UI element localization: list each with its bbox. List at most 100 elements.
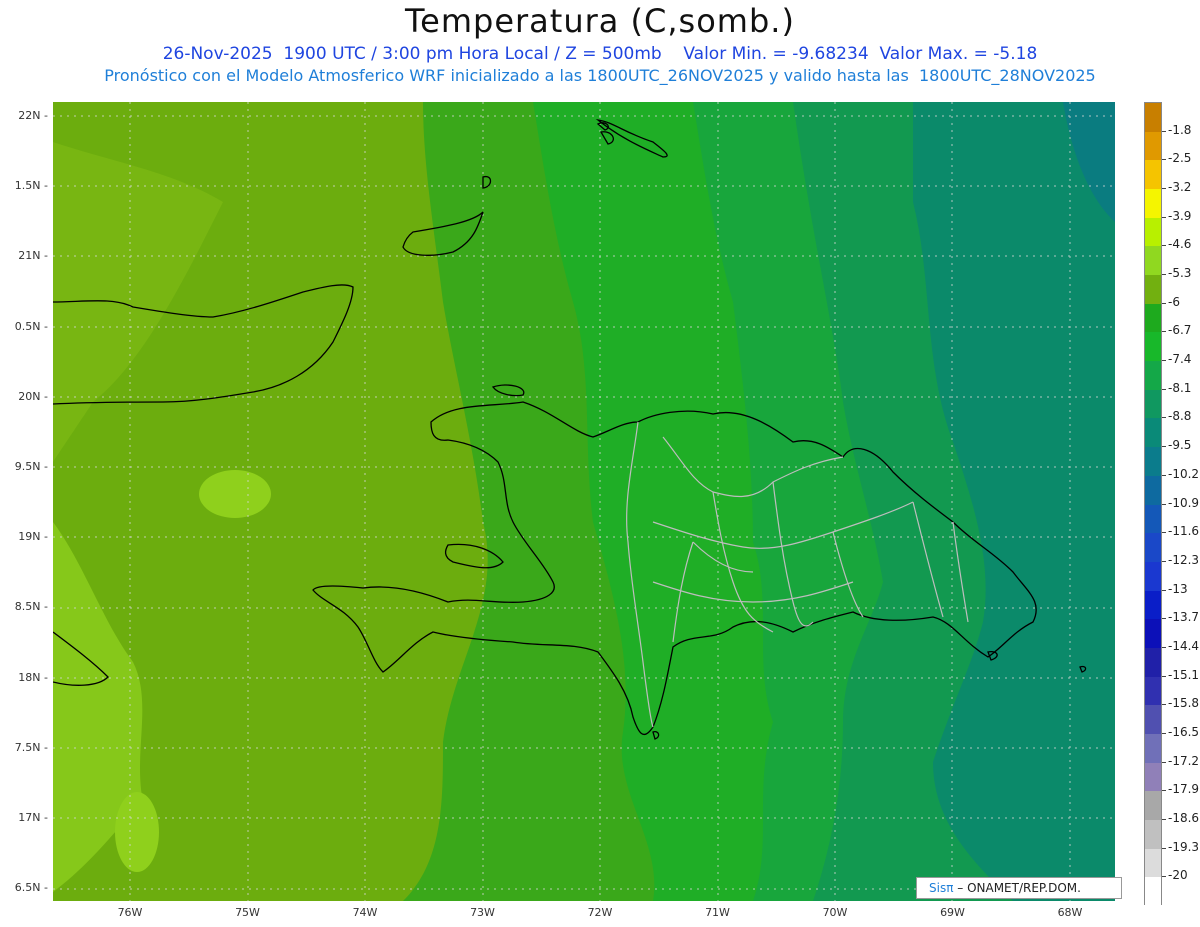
colorbar-swatch xyxy=(1145,791,1161,821)
colorbar-swatch xyxy=(1145,103,1161,133)
colorbar-label: -17.2 xyxy=(1168,753,1200,768)
colorbar-swatch xyxy=(1145,447,1161,477)
lat-tick-label: 9.5N - xyxy=(14,460,48,473)
credit-box: Sisπ – ONAMET/REP.DOM. xyxy=(916,877,1122,899)
lat-tick-label: 1.5N - xyxy=(14,179,48,193)
temperature-map xyxy=(53,102,1115,901)
sispi-logo: Sisπ xyxy=(929,881,954,895)
colorbar-label: -6 xyxy=(1168,294,1180,309)
colorbar-tick xyxy=(1162,503,1166,505)
chart-title: Temperatura (C,somb.) xyxy=(405,2,795,40)
colorbar-swatch xyxy=(1145,590,1161,620)
colorbar-swatch xyxy=(1145,733,1161,764)
colorbar-label: -14.4 xyxy=(1168,638,1200,653)
colorbar-label: -17.9 xyxy=(1168,782,1200,797)
colorbar-label: -7.4 xyxy=(1168,352,1192,367)
colorbar-swatch xyxy=(1145,762,1161,792)
colorbar-tick xyxy=(1162,847,1166,849)
credit-text: – ONAMET/REP.DOM. xyxy=(953,881,1081,895)
colorbar-swatch xyxy=(1145,561,1161,592)
colorbar-swatch xyxy=(1145,877,1161,907)
colorbar-tick xyxy=(1162,417,1166,419)
colorbar-label: -19.3 xyxy=(1168,839,1200,854)
colorbar-tick xyxy=(1162,761,1166,763)
colorbar-label: -2.5 xyxy=(1168,151,1192,166)
subtitle-model-run: Pronóstico con el Modelo Atmosferico WRF… xyxy=(104,66,1096,85)
colorbar-tick xyxy=(1162,216,1166,218)
colorbar-tick xyxy=(1162,732,1166,734)
colorbar-label: -3.2 xyxy=(1168,180,1192,195)
lon-tick-label: 73W xyxy=(470,906,495,919)
colorbar-tick xyxy=(1162,790,1166,792)
colorbar-tick xyxy=(1162,560,1166,562)
colorbar-tick xyxy=(1162,704,1166,706)
colorbar-label: -12.3 xyxy=(1168,552,1200,567)
colorbar-swatch xyxy=(1145,303,1161,333)
colorbar-swatch xyxy=(1145,819,1161,850)
colorbar-swatch xyxy=(1145,647,1161,678)
colorbar-label: -20 xyxy=(1168,868,1188,883)
colorbar-swatch xyxy=(1145,475,1161,505)
lon-tick-label: 74W xyxy=(352,906,378,919)
lat-tick-label: 7.5N - xyxy=(14,740,48,754)
colorbar-swatch xyxy=(1145,275,1161,305)
colorbar-label: -10.9 xyxy=(1168,495,1200,510)
colorbar-label: -1.8 xyxy=(1168,122,1192,137)
colorbar-tick xyxy=(1162,130,1166,132)
colorbar-swatch xyxy=(1145,619,1161,649)
colorbar-tick xyxy=(1162,675,1166,677)
lon-tick-label: 71W xyxy=(705,906,730,919)
colorbar-swatch xyxy=(1145,131,1161,161)
lat-tick-label: 0.5N - xyxy=(14,319,48,333)
colorbar-swatch xyxy=(1145,676,1161,706)
lat-tick-label: 22N - xyxy=(18,109,48,122)
colorbar-tick xyxy=(1162,618,1166,620)
colorbar-tick xyxy=(1162,646,1166,648)
lat-tick-label: 8.5N - xyxy=(14,600,48,614)
lat-tick-label: 6.5N - xyxy=(14,881,48,895)
colorbar-swatch xyxy=(1145,504,1161,534)
colorbar-swatch xyxy=(1145,189,1161,219)
lat-tick-label: 18N - xyxy=(18,670,48,684)
colorbar-tick xyxy=(1162,388,1166,390)
colorbar-tick xyxy=(1162,188,1166,190)
colorbar-tick xyxy=(1162,876,1166,878)
colorbar-swatch xyxy=(1145,848,1161,878)
colorbar-tick xyxy=(1162,474,1166,476)
colorbar-swatch xyxy=(1145,533,1161,563)
colorbar-swatch xyxy=(1145,160,1161,190)
lon-tick-label: 76W xyxy=(117,906,143,919)
colorbar-swatch xyxy=(1145,418,1161,448)
colorbar-label: -6.7 xyxy=(1168,323,1192,338)
colorbar-label: -9.5 xyxy=(1168,438,1192,453)
colorbar-tick xyxy=(1162,360,1166,362)
colorbar-label: -3.9 xyxy=(1168,208,1192,223)
lon-tick-label: 70W xyxy=(822,906,848,919)
colorbar-label: -16.5 xyxy=(1168,724,1200,739)
lon-tick-label: 72W xyxy=(587,906,613,919)
lat-tick-label: 17N - xyxy=(18,811,48,824)
colorbar-label: -13.7 xyxy=(1168,610,1200,625)
colorbar-tick xyxy=(1162,331,1166,333)
colorbar-swatch xyxy=(1145,389,1161,419)
colorbar-tick xyxy=(1162,274,1166,276)
subtitle-time-level: 26-Nov-2025 1900 UTC / 3:00 pm Hora Loca… xyxy=(162,44,1038,64)
colorbar-label: -10.2 xyxy=(1168,466,1200,481)
colorbar-swatch xyxy=(1145,246,1161,276)
colorbar-label: -15.8 xyxy=(1168,696,1200,711)
colorbar-label: -15.1 xyxy=(1168,667,1200,682)
colorbar-label: -11.6 xyxy=(1168,524,1200,539)
lat-tick-label: 19N - xyxy=(18,530,48,544)
colorbar-swatch xyxy=(1145,361,1161,391)
colorbar-tick xyxy=(1162,818,1166,820)
colorbar-label: -4.6 xyxy=(1168,237,1192,252)
lon-tick-label: 75W xyxy=(235,906,260,919)
colorbar-tick xyxy=(1162,302,1166,304)
colorbar-tick xyxy=(1162,589,1166,591)
colorbar-swatch xyxy=(1145,332,1161,362)
colorbar-label: -5.3 xyxy=(1168,266,1192,281)
lon-tick-label: 68W xyxy=(1057,906,1083,919)
colorbar-swatch xyxy=(1145,705,1161,735)
colorbar-label: -8.8 xyxy=(1168,409,1192,424)
lat-tick-label: 20N - xyxy=(18,389,48,403)
